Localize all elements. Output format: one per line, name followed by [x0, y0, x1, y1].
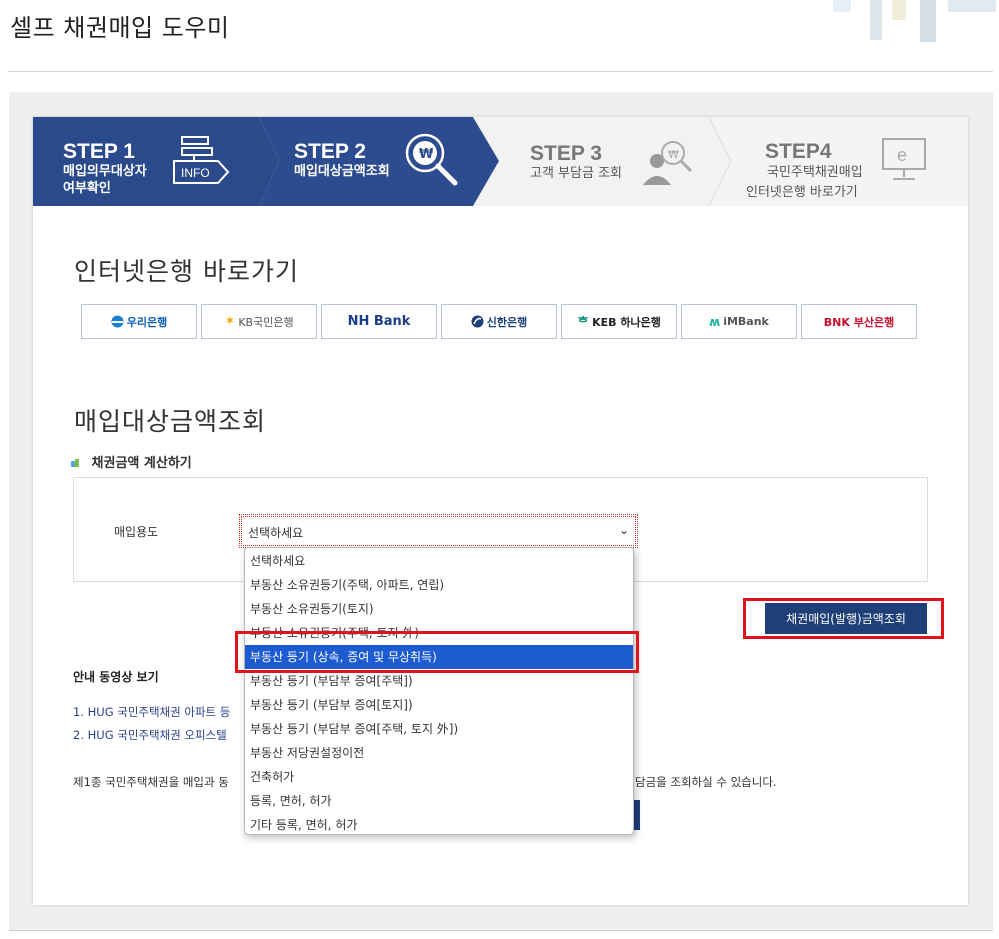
- dropdown-option[interactable]: 부동산 소유권등기(토지): [245, 597, 633, 621]
- bank-label: BNK 부산은행: [823, 315, 895, 329]
- footer-divider: [9, 930, 993, 931]
- header-divider: [8, 71, 993, 72]
- info-signpost-icon: INFO: [173, 136, 230, 184]
- bank-label: 우리은행: [126, 315, 168, 329]
- bank-link-kb[interactable]: ✶ KB국민은행: [201, 304, 317, 339]
- step-2[interactable]: STEP 2 매입대상금액조회: [294, 141, 390, 180]
- bank-link-list: 우리은행 ✶ KB국민은행 NH Bank 신한은행 ᄒ KEB 하나은행 ʍ …: [81, 304, 917, 339]
- dropdown-option[interactable]: 선택하세요: [245, 549, 633, 573]
- dropdown-option[interactable]: 건축허가: [245, 765, 633, 789]
- step-2-subtitle: 매입대상금액조회: [294, 164, 390, 179]
- step-4-title: STEP4: [765, 140, 832, 163]
- video-link-apartment[interactable]: 1. HUG 국민주택채권 아파트 등: [73, 704, 248, 720]
- highlight-box-selected-option: [235, 631, 639, 673]
- step-1-subtitle-2: 여부확인: [63, 181, 111, 196]
- amount-section-title: 매입대상금액조회: [74, 407, 267, 436]
- bank-label: NH Bank: [347, 314, 411, 329]
- dropdown-option[interactable]: 기타 등록, 면허, 허가: [245, 813, 633, 837]
- bank-link-nh[interactable]: NH Bank: [321, 304, 437, 339]
- dropdown-option[interactable]: 부동산 등기 (부담부 증여[토지]): [245, 693, 633, 717]
- step-2-title: STEP 2: [294, 140, 366, 163]
- dropdown-option[interactable]: 부동산 소유권등기(주택, 아파트, 연립): [245, 573, 633, 597]
- bank-link-imbank[interactable]: ʍ iMBank: [681, 304, 797, 339]
- step-1-subtitle: 매입의무대상자: [63, 164, 147, 179]
- imbank-logo-icon: ʍ: [709, 314, 721, 329]
- step-3[interactable]: STEP 3 고객 부담금 조회: [530, 143, 622, 182]
- purpose-label: 매입용도: [114, 525, 159, 539]
- won-magnifier-icon: ₩: [405, 133, 458, 186]
- purpose-dropdown-list: 선택하세요 부동산 소유권등기(주택, 아파트, 연립) 부동산 소유권등기(토…: [244, 547, 634, 835]
- calc-subtitle: 채권금액 계산하기: [71, 452, 192, 471]
- purpose-select-value: 선택하세요: [248, 526, 304, 540]
- svg-text:₩: ₩: [419, 147, 434, 162]
- step-1-title: STEP 1: [63, 140, 135, 163]
- bank-link-keb-hana[interactable]: ᄒ KEB 하나은행: [561, 304, 677, 339]
- step-4-subtitle-2: 인터넷은행 바로가기: [746, 185, 858, 200]
- dropdown-option[interactable]: 부동산 저당권설정이전: [245, 741, 633, 765]
- purpose-select[interactable]: 선택하세요 ⌄: [239, 514, 638, 548]
- bank-label: 신한은행: [486, 315, 528, 329]
- kb-logo-icon: ✶: [224, 314, 236, 329]
- woori-logo-icon: [111, 315, 124, 328]
- hidden-button-edge[interactable]: [633, 800, 640, 830]
- highlight-box-query-button: [743, 598, 944, 639]
- svg-text:₩: ₩: [668, 148, 679, 161]
- bank-link-shinhan[interactable]: 신한은행: [441, 304, 557, 339]
- step-1[interactable]: STEP 1 매입의무대상자 여부확인: [63, 141, 147, 197]
- bank-label: KB국민은행: [238, 315, 294, 329]
- bank-link-bnk[interactable]: BNK 부산은행: [801, 304, 917, 339]
- video-link-officetel[interactable]: 2. HUG 국민주택채권 오피스텔: [73, 727, 248, 743]
- e-monitor-icon: e: [882, 138, 926, 180]
- bank-section-title: 인터넷은행 바로가기: [74, 257, 299, 286]
- calc-subtitle-text: 채권금액 계산하기: [91, 456, 192, 471]
- notice-text-left: 제1종 국민주택채권을 매입과 동: [73, 775, 229, 789]
- person-won-icon: ₩: [643, 141, 693, 185]
- leaf-bullet-icon: [71, 459, 79, 467]
- step-progress-bar: STEP 1 매입의무대상자 여부확인 INFO STEP 2 매입대상금액조회…: [33, 117, 968, 206]
- step-3-title: STEP 3: [530, 142, 602, 165]
- svg-text:e: e: [897, 145, 907, 165]
- dropdown-option[interactable]: 등록, 면허, 허가: [245, 789, 633, 813]
- chevron-down-icon: ⌄: [618, 523, 629, 537]
- decorative-logo-graphic: [833, 0, 996, 42]
- info-icon-text: INFO: [181, 166, 210, 180]
- video-guide-title: 안내 동영상 보기: [73, 670, 159, 684]
- notice-text-right: 담금을 조회하실 수 있습니다.: [635, 775, 777, 789]
- step-4-subtitle: 국민주택채권매입: [767, 165, 863, 180]
- step-3-subtitle: 고객 부담금 조회: [530, 166, 622, 181]
- shinhan-logo-icon: [471, 315, 484, 328]
- page-title: 셀프 채권매입 도우미: [10, 14, 230, 42]
- keb-hana-logo-icon: ᄒ: [577, 316, 590, 331]
- bank-label: KEB 하나은행: [592, 315, 661, 329]
- step-4[interactable]: STEP4: [765, 141, 832, 163]
- dropdown-option[interactable]: 부동산 등기 (부담부 증여[주택, 토지 外]): [245, 717, 633, 741]
- bank-label: iMBank: [723, 315, 769, 328]
- bank-link-woori[interactable]: 우리은행: [81, 304, 197, 339]
